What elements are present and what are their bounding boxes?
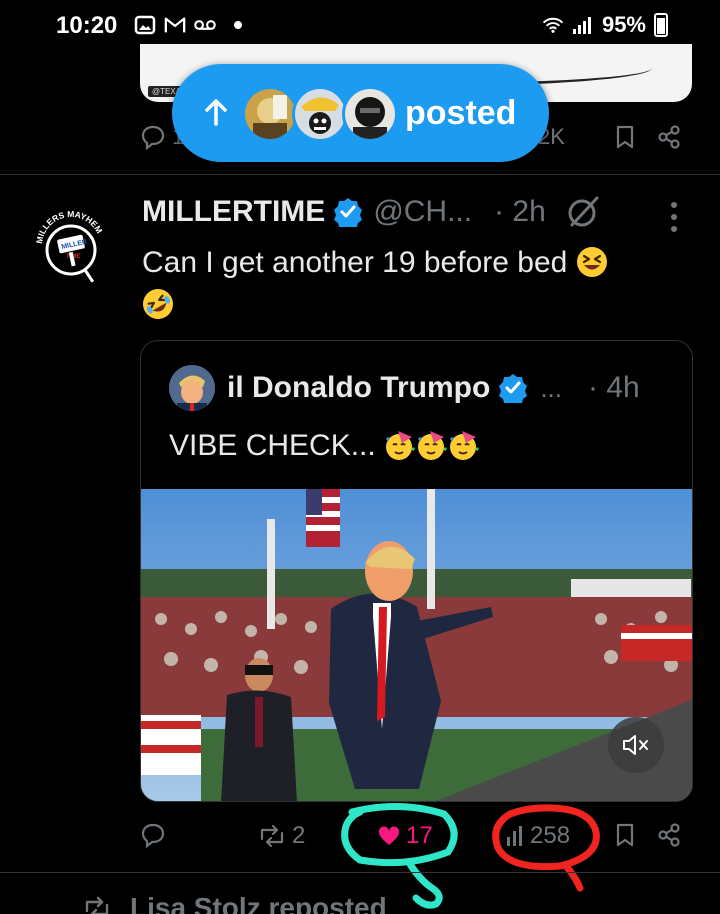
avatar[interactable]: MILLERS MAYHEM MILLER TIME <box>30 206 112 288</box>
notification-dot-icon <box>234 21 242 29</box>
pill-label: posted <box>405 94 517 132</box>
reply-icon <box>141 125 165 150</box>
author-handle[interactable]: @CH... <box>373 195 472 229</box>
quoted-handle-truncated: ... <box>540 372 562 403</box>
divider <box>0 174 720 175</box>
bookmark-icon <box>616 823 634 847</box>
tweet-time[interactable]: · 2h <box>494 195 546 229</box>
grinning-squinting-emoji-icon <box>576 247 607 277</box>
voicemail-icon <box>194 14 216 36</box>
views-count: 258 <box>530 822 571 849</box>
verified-badge-icon <box>334 198 363 227</box>
quoted-tweet-header: il Donaldo Trumpo ... · 4h <box>169 365 640 411</box>
reply-button[interactable] <box>140 822 172 848</box>
signal-icon <box>572 14 594 36</box>
more-options-icon[interactable] <box>666 200 682 234</box>
quoted-video[interactable] <box>141 489 692 801</box>
repost-icon <box>85 896 109 914</box>
partying-face-emoji-icon <box>450 431 479 460</box>
quoted-text-content: VIBE CHECK... <box>169 429 376 462</box>
partying-face-emoji-icon <box>418 431 447 460</box>
gallery-icon <box>134 14 156 36</box>
new-posts-pill[interactable]: posted <box>172 64 549 162</box>
gmail-icon <box>164 14 186 36</box>
mute-button[interactable] <box>608 717 664 773</box>
like-button[interactable]: 17 <box>378 822 433 850</box>
status-time: 10:20 <box>56 12 118 39</box>
views-bar-chart-icon <box>507 826 522 846</box>
prev-share-button[interactable] <box>656 124 682 150</box>
share-icon <box>658 823 680 847</box>
grok-icon[interactable] <box>566 195 600 229</box>
tweet-actions: 2 17 258 <box>140 812 692 862</box>
repost-count: 2 <box>292 822 306 849</box>
repost-icon <box>260 824 284 848</box>
repost-button[interactable]: 2 <box>258 822 305 850</box>
battery-percent: 95% <box>601 12 646 37</box>
next-repost-indicator[interactable]: Lisa Stolz reposted <box>82 892 387 914</box>
pill-avatar-1 <box>242 86 298 142</box>
partying-face-emoji-icon <box>386 431 415 460</box>
divider <box>0 872 720 873</box>
wifi-icon <box>542 14 564 36</box>
share-icon <box>658 125 680 149</box>
quoted-time: · 4h <box>588 371 640 404</box>
quoted-avatar[interactable] <box>169 365 215 411</box>
quoted-author-name: il Donaldo Trumpo <box>227 371 491 404</box>
reply-icon <box>141 823 165 848</box>
verified-badge-icon <box>499 374 528 403</box>
tweet-text: Can I get another 19 before bed <box>142 242 682 326</box>
quoted-tweet-text: VIBE CHECK... <box>169 429 480 463</box>
heart-filled-icon <box>378 826 400 845</box>
repost-label: Lisa Stolz reposted <box>130 892 387 914</box>
arrow-up-icon <box>205 99 227 126</box>
prev-bookmark-button[interactable] <box>614 124 636 150</box>
bookmark-button[interactable] <box>614 822 636 848</box>
views-button[interactable]: 258 <box>506 822 570 850</box>
tweet-text-content: Can I get another 19 before bed <box>142 246 568 279</box>
like-count: 17 <box>406 822 433 849</box>
status-notification-icons <box>134 14 242 36</box>
battery-icon <box>654 13 668 37</box>
status-right: 95% <box>542 12 668 38</box>
bookmark-icon <box>616 125 634 149</box>
speaker-muted-icon <box>623 735 648 755</box>
pill-avatar-2 <box>292 86 348 142</box>
tweet-header: MILLERTIME @CH... · 2h <box>142 192 600 232</box>
quoted-tweet[interactable]: il Donaldo Trumpo ... · 4h VIBE CHECK... <box>140 340 693 802</box>
pill-avatar-3 <box>342 86 398 142</box>
share-button[interactable] <box>656 822 682 848</box>
author-name[interactable]: MILLERTIME <box>142 195 325 229</box>
rolling-laughing-emoji-icon <box>143 289 173 319</box>
